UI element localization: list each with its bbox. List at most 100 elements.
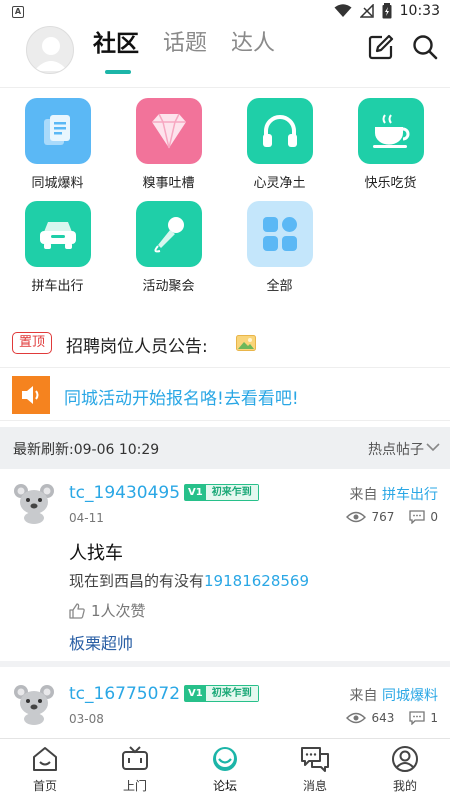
top-header: 社区 话题 达人 xyxy=(0,26,450,88)
category-grid: 同城爆料 糗事吐槽 心灵净土 快乐吃货 拼车出行 活动聚会 全部 xyxy=(0,98,450,304)
comment-preview[interactable]: 板栗超帅 xyxy=(69,630,133,654)
post-body[interactable]: 现在到西昌的有没有19181628569 xyxy=(69,570,309,591)
last-refresh-time: 09-06 10:29 xyxy=(73,442,160,458)
post-stats: 643 1 xyxy=(346,711,438,725)
pinned-notice-title: 招聘岗位人员公告: xyxy=(66,337,208,357)
post-source: 来自 拼车出行 xyxy=(350,484,438,504)
category-label: 同城爆料 xyxy=(31,176,84,191)
level-name: 初来乍到 xyxy=(205,485,258,500)
comment-count: 1 xyxy=(430,711,438,725)
no-signal-icon xyxy=(359,4,374,18)
nav-forum[interactable]: 论坛 xyxy=(180,739,270,800)
last-refresh-label: 最新刷新: xyxy=(13,442,74,458)
like-button[interactable]: 1人次赞 xyxy=(69,600,146,621)
category-all[interactable]: 全部 xyxy=(226,201,333,304)
post-title[interactable]: 人找车 xyxy=(69,539,123,565)
tab-experts-label: 达人 xyxy=(231,31,276,56)
comment-icon xyxy=(409,711,426,725)
post-category-link[interactable]: 拼车出行 xyxy=(382,487,438,503)
category-soul[interactable]: 心灵净土 xyxy=(226,98,333,201)
wifi-icon xyxy=(334,4,352,17)
eye-icon xyxy=(346,712,367,724)
grid-icon xyxy=(246,201,313,267)
category-local-news[interactable]: 同城爆料 xyxy=(4,98,111,201)
chevron-down-icon[interactable] xyxy=(426,442,440,452)
category-rants[interactable]: 糗事吐槽 xyxy=(115,98,222,201)
nav-messages-label: 消息 xyxy=(302,779,327,793)
nav-profile[interactable]: 我的 xyxy=(360,739,450,800)
document-icon xyxy=(24,98,91,164)
sort-dropdown[interactable]: 热点帖子 xyxy=(368,439,424,459)
message-icon xyxy=(301,747,329,772)
view-count: 767 xyxy=(371,510,395,524)
clock: 10:33 xyxy=(399,3,440,19)
battery-icon xyxy=(382,3,392,19)
speaker-icon xyxy=(12,376,50,414)
tab-experts[interactable]: 达人 xyxy=(231,30,275,70)
thumbs-up-icon xyxy=(69,602,85,619)
home-icon xyxy=(33,747,57,771)
post-date: 03-08 xyxy=(69,712,104,726)
category-label: 全部 xyxy=(266,279,293,294)
notification-a-icon: A xyxy=(12,6,24,18)
koala-avatar-icon[interactable] xyxy=(12,480,56,524)
microphone-icon xyxy=(135,201,202,267)
like-count: 1人次赞 xyxy=(91,602,146,620)
header-tabs: 社区 话题 达人 xyxy=(93,30,275,74)
forum-icon xyxy=(213,747,237,771)
category-label: 糗事吐槽 xyxy=(142,176,195,191)
comment-icon xyxy=(409,510,426,524)
post-date: 04-11 xyxy=(69,511,104,525)
post-source: 来自 同城爆料 xyxy=(350,685,438,705)
user-avatar[interactable] xyxy=(26,26,74,74)
post-card[interactable]: tc_16775072 V1 初来乍到 03-08 来自 同城爆料 643 1 xyxy=(0,671,450,737)
compose-icon[interactable] xyxy=(368,34,394,60)
tab-topics[interactable]: 话题 xyxy=(163,30,207,70)
tab-topics-label: 话题 xyxy=(163,31,208,56)
status-icons: 10:33 xyxy=(334,3,440,19)
category-label: 快乐吃货 xyxy=(364,176,417,191)
headphones-icon xyxy=(246,98,313,164)
tab-community[interactable]: 社区 xyxy=(93,30,139,74)
nav-onsite[interactable]: 上门 xyxy=(90,739,180,800)
post-source-label: 来自 xyxy=(349,487,378,503)
tv-icon xyxy=(122,746,148,770)
category-foodie[interactable]: 快乐吃货 xyxy=(337,98,444,201)
post-category-link[interactable]: 同城爆料 xyxy=(382,688,438,704)
car-icon xyxy=(24,201,91,267)
diamond-icon xyxy=(135,98,202,164)
eye-icon xyxy=(346,511,367,523)
nav-onsite-label: 上门 xyxy=(122,779,147,793)
search-icon[interactable] xyxy=(412,34,438,60)
category-carpool[interactable]: 拼车出行 xyxy=(4,201,111,304)
nav-messages[interactable]: 消息 xyxy=(270,739,360,800)
category-label: 活动聚会 xyxy=(142,279,195,294)
bottom-nav: 首页 上门 论坛 消息 我的 xyxy=(0,738,450,800)
user-level-badge: V1 初来乍到 xyxy=(184,484,259,501)
post-username[interactable]: tc_19430495 xyxy=(69,483,180,503)
pinned-notice[interactable]: 置顶 招聘岗位人员公告: xyxy=(0,322,450,368)
nav-home-label: 首页 xyxy=(32,779,57,793)
profile-icon xyxy=(392,746,418,772)
view-count: 643 xyxy=(371,711,395,725)
koala-avatar-icon[interactable] xyxy=(12,681,56,725)
user-level-badge: V1 初来乍到 xyxy=(184,685,259,702)
post-username[interactable]: tc_16775072 xyxy=(69,684,180,704)
post-card[interactable]: tc_19430495 V1 初来乍到 04-11 来自 拼车出行 767 0 … xyxy=(0,470,450,667)
status-bar: A 10:33 xyxy=(0,0,450,26)
activity-banner[interactable]: 同城活动开始报名咯!去看看吧! xyxy=(0,369,450,421)
level-number: V1 xyxy=(185,686,206,701)
phone-link[interactable]: 19181628569 xyxy=(204,572,309,590)
category-events[interactable]: 活动聚会 xyxy=(115,201,222,304)
post-body-text: 现在到西昌的有没有 xyxy=(69,572,205,590)
last-refresh: 最新刷新:09-06 10:29 xyxy=(13,439,159,459)
banner-text: 同城活动开始报名咯!去看看吧! xyxy=(64,389,299,409)
coffee-cup-icon xyxy=(357,98,424,164)
post-source-label: 来自 xyxy=(349,688,378,704)
nav-forum-label: 论坛 xyxy=(212,779,237,793)
active-tab-indicator xyxy=(105,70,131,74)
tab-community-label: 社区 xyxy=(93,31,139,57)
category-label: 拼车出行 xyxy=(31,279,84,294)
nav-home[interactable]: 首页 xyxy=(0,739,90,800)
nav-profile-label: 我的 xyxy=(392,779,417,793)
